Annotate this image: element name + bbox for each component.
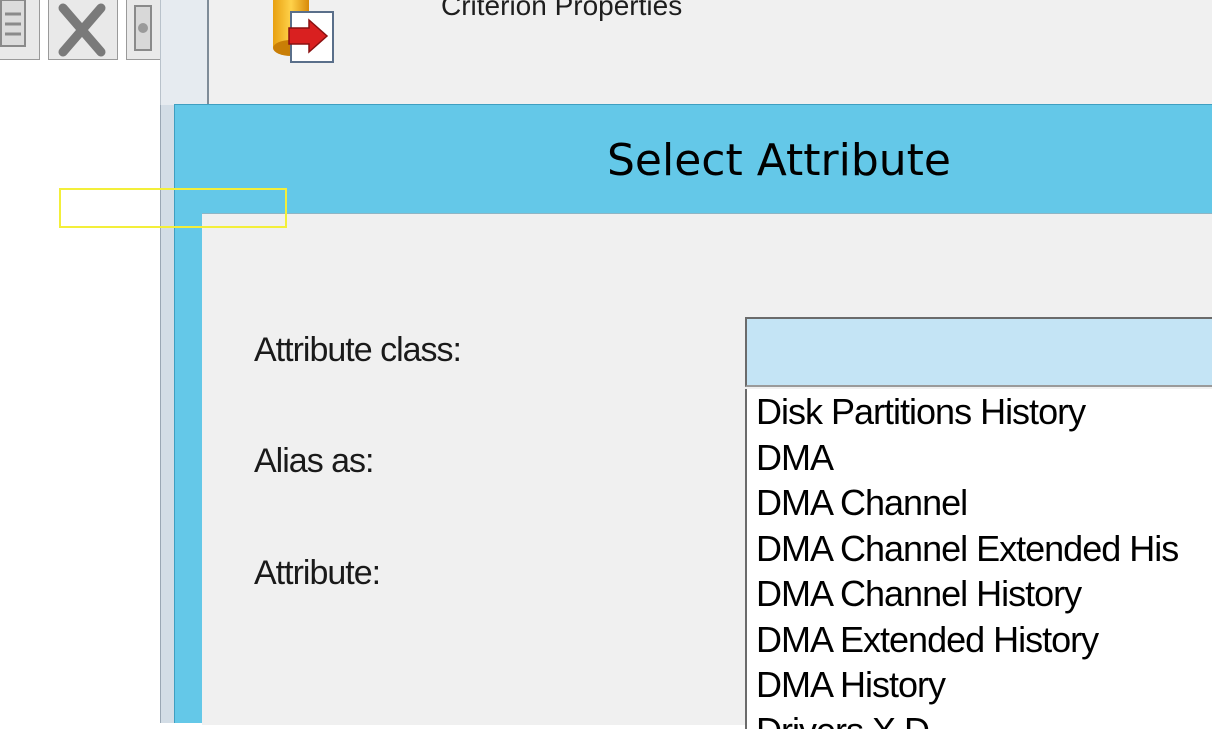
window-frame-strip: [160, 0, 209, 105]
select-attribute-dialog: Select Attribute Attribute class: Alias …: [174, 104, 1212, 723]
list-item[interactable]: DMA Channel: [747, 480, 1212, 526]
attribute-class-combobox[interactable]: [745, 317, 1212, 387]
focus-highlight-box: [59, 188, 287, 228]
database-arrow-icon: [269, 0, 341, 66]
list-item[interactable]: Drivers X D: [747, 708, 1212, 729]
attribute-label: Attribute:: [254, 554, 380, 593]
dialog-body: Attribute class: Alias as: Attribute: Di…: [202, 213, 1212, 725]
document-icon[interactable]: [0, 0, 40, 60]
list-item[interactable]: DMA Channel History: [747, 571, 1212, 617]
delete-icon[interactable]: [48, 0, 118, 60]
list-item[interactable]: DMA Channel Extended His: [747, 526, 1212, 572]
list-item[interactable]: DMA: [747, 435, 1212, 481]
left-pane: [0, 0, 160, 723]
attribute-class-label: Attribute class:: [254, 331, 461, 370]
list-item[interactable]: DMA Extended History: [747, 617, 1212, 663]
dialog-title: Select Attribute: [175, 135, 1212, 186]
attribute-class-dropdown-list[interactable]: Disk Partitions History DMA DMA Channel …: [745, 389, 1212, 729]
tool-icon[interactable]: [126, 0, 162, 60]
criterion-properties-window: Criterion Properties: [209, 0, 1212, 105]
list-item[interactable]: DMA History: [747, 662, 1212, 708]
alias-as-label: Alias as:: [254, 442, 374, 481]
list-item[interactable]: Disk Partitions History: [747, 389, 1212, 435]
window-title: Criterion Properties: [441, 0, 682, 22]
